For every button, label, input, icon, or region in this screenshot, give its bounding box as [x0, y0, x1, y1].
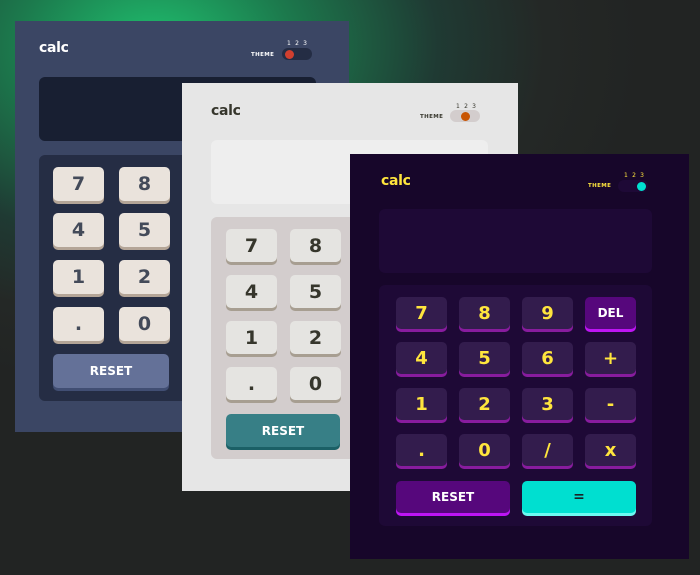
logo: calc [381, 173, 411, 189]
key-4[interactable]: 4 [226, 275, 277, 308]
theme-toggle-knob[interactable] [637, 181, 646, 191]
theme-toggle-knob[interactable] [285, 49, 294, 59]
theme-number-2: 2 [295, 40, 299, 47]
key-3[interactable]: 3 [522, 388, 573, 420]
key-0[interactable]: 0 [119, 307, 170, 341]
theme-numbers: 1 2 3 [287, 40, 307, 47]
theme-number-2: 2 [464, 103, 468, 110]
key-0[interactable]: 0 [290, 367, 341, 400]
key-7[interactable]: 7 [53, 167, 104, 201]
theme-number-1: 1 [456, 103, 460, 110]
theme-label: THEME [251, 52, 275, 58]
key-4[interactable]: 4 [53, 213, 104, 247]
key-2[interactable]: 2 [459, 388, 510, 420]
key-decimal[interactable]: . [226, 367, 277, 400]
key-8[interactable]: 8 [290, 229, 341, 262]
reset-button[interactable]: RESET [53, 354, 169, 388]
key-1[interactable]: 1 [53, 260, 104, 294]
theme-label: THEME [588, 183, 612, 189]
delete-button[interactable]: DEL [585, 297, 636, 329]
key-4[interactable]: 4 [396, 342, 447, 374]
key-0[interactable]: 0 [459, 434, 510, 466]
key-6[interactable]: 6 [522, 342, 573, 374]
key-9[interactable]: 9 [522, 297, 573, 329]
key-plus[interactable]: + [585, 342, 636, 374]
key-5[interactable]: 5 [459, 342, 510, 374]
theme-label: THEME [420, 114, 444, 120]
key-divide[interactable]: / [522, 434, 573, 466]
key-decimal[interactable]: . [396, 434, 447, 466]
key-8[interactable]: 8 [119, 167, 170, 201]
equals-button[interactable]: = [522, 481, 636, 513]
theme-toggle-knob[interactable] [461, 111, 470, 121]
key-decimal[interactable]: . [53, 307, 104, 341]
key-2[interactable]: 2 [119, 260, 170, 294]
theme-toggle[interactable] [618, 180, 648, 192]
display-screen [379, 209, 652, 273]
calculator-theme-3-window: calc THEME 1 2 3 7 8 9 DEL 4 5 6 + 1 2 3… [350, 154, 689, 559]
key-5[interactable]: 5 [119, 213, 170, 247]
logo: calc [211, 103, 241, 119]
theme-toggle[interactable] [282, 48, 312, 60]
key-5[interactable]: 5 [290, 275, 341, 308]
theme-number-3: 3 [640, 172, 644, 179]
theme-number-2: 2 [632, 172, 636, 179]
key-minus[interactable]: - [585, 388, 636, 420]
theme-number-3: 3 [303, 40, 307, 47]
theme-toggle[interactable] [450, 110, 480, 122]
key-7[interactable]: 7 [226, 229, 277, 262]
theme-number-3: 3 [472, 103, 476, 110]
key-8[interactable]: 8 [459, 297, 510, 329]
key-7[interactable]: 7 [396, 297, 447, 329]
key-1[interactable]: 1 [226, 321, 277, 354]
key-2[interactable]: 2 [290, 321, 341, 354]
theme-numbers: 1 2 3 [456, 103, 476, 110]
logo: calc [39, 40, 69, 56]
key-1[interactable]: 1 [396, 388, 447, 420]
key-multiply[interactable]: x [585, 434, 636, 466]
reset-button[interactable]: RESET [396, 481, 510, 513]
reset-button[interactable]: RESET [226, 414, 340, 447]
theme-number-1: 1 [287, 40, 291, 47]
keypad: 7 8 9 DEL 4 5 6 + 1 2 3 - . 0 / x RESET … [379, 285, 652, 526]
theme-numbers: 1 2 3 [624, 172, 644, 179]
theme-number-1: 1 [624, 172, 628, 179]
